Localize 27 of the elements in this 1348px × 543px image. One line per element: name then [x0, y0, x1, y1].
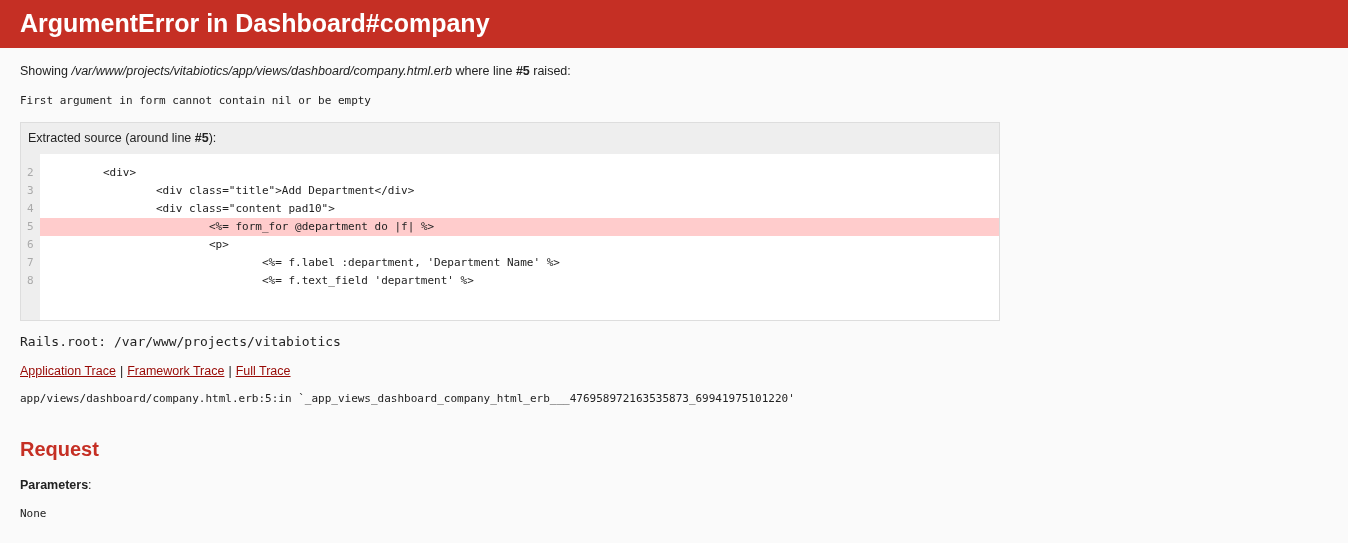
- code-line: <%= f.label :department, 'Department Name' %>: [260, 255, 561, 271]
- code-line: <p>: [207, 237, 230, 253]
- trace-link[interactable]: Application Trace: [20, 363, 116, 379]
- rails-root: Rails.root: /var/www/projects/vitabiotics: [20, 333, 342, 351]
- source-heading: Extracted source (around line #5):: [28, 130, 217, 148]
- trace-link[interactable]: Framework Trace: [127, 363, 225, 379]
- error-message: First argument in form cannot contain nil or be empty: [20, 93, 372, 109]
- code-line: <div class="title">Add Department</div>: [154, 183, 416, 199]
- parameters-label: Parameters:: [20, 477, 93, 493]
- separator: |: [119, 363, 124, 379]
- showing-text: Showing /var/www/projects/vitabiotics/app/views/dashboard/company.html.erb where line #5 raised:: [20, 63, 572, 79]
- line-number: 3: [26, 183, 35, 199]
- error-title: ArgumentError in Dashboard#company: [20, 8, 490, 40]
- code-line: <div class="content pad10">: [154, 201, 336, 217]
- request-heading: Request: [20, 437, 100, 461]
- trace-link[interactable]: Full Trace: [235, 363, 291, 379]
- line-number: 2: [26, 165, 35, 181]
- line-number: 7: [26, 255, 35, 271]
- trace-line: app/views/dashboard/company.html.erb:5:in `_app_views_dashboard_company_html_erb___476958972163535873_69941975101220': [20, 391, 796, 407]
- parameters-value: None: [20, 506, 48, 522]
- code-line: <div>: [102, 165, 138, 181]
- line-number: 6: [26, 237, 35, 253]
- separator: |: [228, 363, 232, 379]
- line-number: 4: [26, 201, 35, 217]
- line-number: 8: [26, 273, 35, 289]
- line-number: 5: [26, 219, 35, 235]
- code-line: <%= f.text_field 'department' %>: [260, 273, 475, 289]
